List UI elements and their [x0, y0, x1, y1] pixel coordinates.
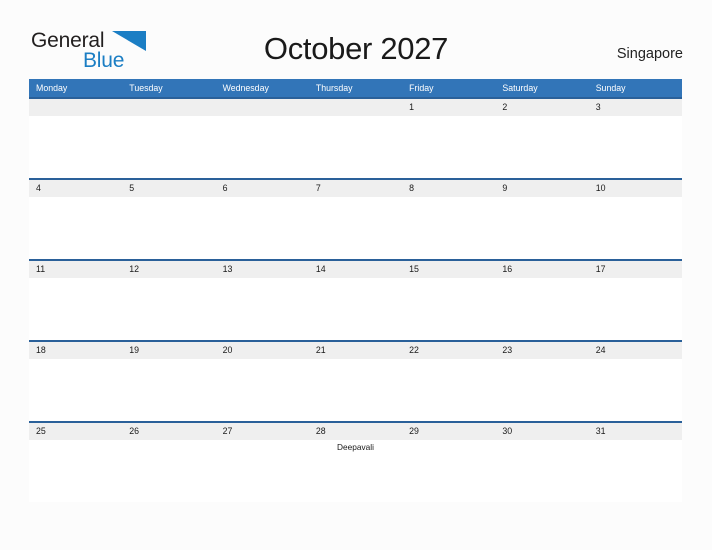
day-number[interactable] [29, 99, 122, 116]
week-row: 25 26 27 28 29 30 31 Deepavali [29, 421, 682, 502]
day-cell[interactable] [309, 197, 402, 259]
day-number[interactable]: 16 [495, 261, 588, 278]
week-date-band: 25 26 27 28 29 30 31 [29, 423, 682, 440]
day-cell[interactable] [589, 197, 682, 259]
day-number[interactable]: 11 [29, 261, 122, 278]
week-event-band [29, 116, 682, 178]
day-number[interactable]: 12 [122, 261, 215, 278]
day-cell[interactable] [309, 116, 402, 178]
day-number[interactable]: 27 [216, 423, 309, 440]
day-cell[interactable] [216, 278, 309, 340]
day-number[interactable]: 25 [29, 423, 122, 440]
day-number[interactable]: 28 [309, 423, 402, 440]
day-cell[interactable] [495, 116, 588, 178]
day-number[interactable]: 18 [29, 342, 122, 359]
day-cell[interactable] [216, 197, 309, 259]
week-event-band [29, 197, 682, 259]
day-cell[interactable] [589, 116, 682, 178]
day-cell[interactable] [402, 440, 495, 502]
day-cell[interactable] [495, 278, 588, 340]
calendar-grid: Monday Tuesday Wednesday Thursday Friday… [29, 79, 682, 502]
day-cell[interactable] [122, 197, 215, 259]
day-cell[interactable] [122, 278, 215, 340]
week-row: 4 5 6 7 8 9 10 [29, 178, 682, 259]
day-number[interactable]: 20 [216, 342, 309, 359]
weekday-header-thursday: Thursday [315, 83, 353, 93]
day-cell[interactable] [216, 440, 309, 502]
day-number[interactable]: 4 [29, 180, 122, 197]
weekday-header-sunday: Sunday [595, 83, 626, 93]
weekday-header-wednesday: Wednesday [222, 83, 269, 93]
day-number[interactable]: 26 [122, 423, 215, 440]
week-row: 1 2 3 [29, 97, 682, 178]
day-number[interactable]: 5 [122, 180, 215, 197]
week-row: 18 19 20 21 22 23 24 [29, 340, 682, 421]
day-number[interactable] [122, 99, 215, 116]
day-cell[interactable] [309, 278, 402, 340]
day-cell[interactable] [402, 359, 495, 421]
day-number[interactable]: 19 [122, 342, 215, 359]
day-number[interactable]: 15 [402, 261, 495, 278]
day-number[interactable]: 14 [309, 261, 402, 278]
week-date-band: 1 2 3 [29, 99, 682, 116]
day-cell[interactable] [29, 197, 122, 259]
day-cell[interactable] [216, 359, 309, 421]
day-event-deepavali: Deepavali [337, 442, 374, 452]
day-cell[interactable] [589, 359, 682, 421]
page-header: General Blue October 2027 Singapore [0, 0, 712, 78]
day-cell[interactable] [29, 278, 122, 340]
week-date-band: 11 12 13 14 15 16 17 [29, 261, 682, 278]
day-cell[interactable] [402, 278, 495, 340]
day-number[interactable]: 8 [402, 180, 495, 197]
day-number[interactable]: 29 [402, 423, 495, 440]
day-cell[interactable] [402, 197, 495, 259]
day-number[interactable]: 24 [589, 342, 682, 359]
day-cell[interactable]: Deepavali [309, 440, 402, 502]
day-number[interactable]: 31 [589, 423, 682, 440]
page-title: October 2027 [263, 31, 449, 66]
day-cell[interactable] [402, 116, 495, 178]
week-event-band: Deepavali [29, 440, 682, 502]
day-number[interactable]: 2 [495, 99, 588, 116]
week-row: 11 12 13 14 15 16 17 [29, 259, 682, 340]
week-date-band: 18 19 20 21 22 23 24 [29, 342, 682, 359]
day-number[interactable]: 17 [589, 261, 682, 278]
day-cell[interactable] [309, 359, 402, 421]
day-number[interactable]: 1 [402, 99, 495, 116]
day-number[interactable]: 6 [216, 180, 309, 197]
day-cell[interactable] [122, 116, 215, 178]
day-cell[interactable] [495, 359, 588, 421]
location-label: Singapore [616, 46, 683, 62]
day-cell[interactable] [122, 440, 215, 502]
day-number[interactable]: 10 [589, 180, 682, 197]
day-cell[interactable] [29, 440, 122, 502]
weekday-header-saturday: Saturday [502, 83, 538, 93]
calendar-page: General Blue October 2027 Singapore Mond… [0, 0, 712, 550]
day-number[interactable]: 21 [309, 342, 402, 359]
day-number[interactable]: 3 [589, 99, 682, 116]
weekday-header-friday: Friday [409, 83, 434, 93]
day-cell[interactable] [589, 278, 682, 340]
week-event-band [29, 278, 682, 340]
day-number[interactable]: 9 [495, 180, 588, 197]
day-number[interactable]: 30 [495, 423, 588, 440]
weekday-header-row: Monday Tuesday Wednesday Thursday Friday… [29, 79, 682, 97]
day-number[interactable]: 22 [402, 342, 495, 359]
day-number[interactable]: 7 [309, 180, 402, 197]
day-number[interactable]: 23 [495, 342, 588, 359]
week-event-band [29, 359, 682, 421]
weekday-header-tuesday: Tuesday [129, 83, 163, 93]
week-date-band: 4 5 6 7 8 9 10 [29, 180, 682, 197]
day-number[interactable] [216, 99, 309, 116]
day-cell[interactable] [29, 359, 122, 421]
day-number[interactable]: 13 [216, 261, 309, 278]
day-cell[interactable] [216, 116, 309, 178]
day-cell[interactable] [495, 440, 588, 502]
weekday-header-monday: Monday [36, 83, 68, 93]
day-number[interactable] [309, 99, 402, 116]
day-cell[interactable] [122, 359, 215, 421]
day-cell[interactable] [589, 440, 682, 502]
day-cell[interactable] [495, 197, 588, 259]
day-cell[interactable] [29, 116, 122, 178]
